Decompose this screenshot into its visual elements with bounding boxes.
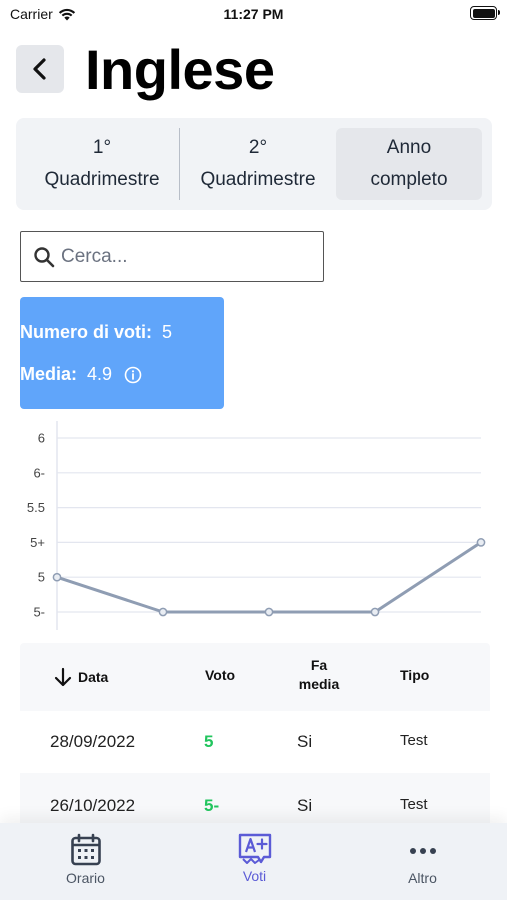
cell-grade: 5- [204,796,220,815]
chart-data-point [370,607,380,617]
segment-first-term-line2: Quadrimestre [44,169,160,190]
chart-y-tick-label: 5- [33,605,45,620]
chart-data-point [52,572,62,582]
tab-orario[interactable]: Orario [1,823,170,900]
segment-second-term[interactable]: 2° Quadrimestre [180,128,336,200]
column-header-date[interactable]: Data [52,666,108,688]
chart-y-tick-label: 6 [38,431,45,446]
chart-y-tick-label: 5 [38,570,45,585]
chart-data-point [476,538,486,547]
bottom-tab-bar: Orario Voti Altro [0,823,507,900]
segment-full-year-line1: Anno [386,137,432,158]
chart-y-tick-label: 5.5 [27,500,45,515]
tab-altro[interactable]: Altro [338,823,507,900]
column-header-date-label: Data [78,668,109,685]
column-header-grade[interactable]: Voto [205,666,235,685]
tab-voti[interactable]: Voti [170,823,339,900]
segment-second-term-line2: Quadrimestre [200,169,316,190]
average-label: Media: [20,364,78,384]
tab-altro-label: Altro [408,870,437,886]
cell-grade: 5 [204,732,214,751]
page-title: Inglese [85,38,275,101]
arrow-down-icon [54,667,72,687]
cell-type: Test [400,796,428,813]
chart-y-tick-label: 5+ [30,535,45,550]
search-box[interactable] [20,231,324,282]
battery-icon [470,6,500,20]
column-header-in-average-line2: media [298,676,340,692]
cell-date: 26/10/2022 [50,796,136,815]
chart-data-point [158,607,168,617]
segment-second-term-line1: 2° [248,137,268,158]
table-row[interactable]: 28/09/2022 5 Si Test [20,711,490,773]
column-header-in-average-line1: Fa [310,657,328,673]
tab-voti-label: Voti [242,868,267,884]
cell-date: 28/09/2022 [50,732,136,751]
grades-icon [238,833,271,864]
chart-y-tick-label: 6- [33,465,45,480]
search-input[interactable] [61,245,301,268]
chevron-left-icon [33,58,46,80]
calendar-icon [70,833,101,866]
segment-full-year[interactable]: Anno completo [336,128,482,200]
cell-in-average: Si [297,796,313,815]
chart-data-point [264,607,274,617]
column-header-in-average[interactable]: Fa media [292,656,346,694]
back-button[interactable] [16,45,64,93]
grades-line-chart: 6 6- 5.5 5+ 5 5- [27,421,486,630]
status-bar: Carrier 11:27 PM [0,0,507,30]
more-icon [409,848,436,854]
stats-card [20,297,224,409]
cell-type: Test [400,732,428,749]
segment-first-term[interactable]: 1° Quadrimestre [24,128,180,200]
tab-orario-label: Orario [66,870,105,886]
grade-count-value: 5 [162,322,173,342]
grade-count-label: Numero di voti: [20,322,153,342]
cell-in-average: Si [297,732,313,751]
average-value: 4.9 [87,364,113,384]
average-row: Media: 4.9 [20,364,142,385]
search-icon [34,246,55,267]
clock: 11:27 PM [223,6,284,22]
info-icon[interactable] [124,366,142,384]
segment-full-year-line2: completo [370,169,448,190]
grade-count-row: Numero di voti: 5 [20,322,172,343]
segment-first-term-line1: 1° [92,137,112,158]
column-header-type[interactable]: Tipo [400,666,429,685]
